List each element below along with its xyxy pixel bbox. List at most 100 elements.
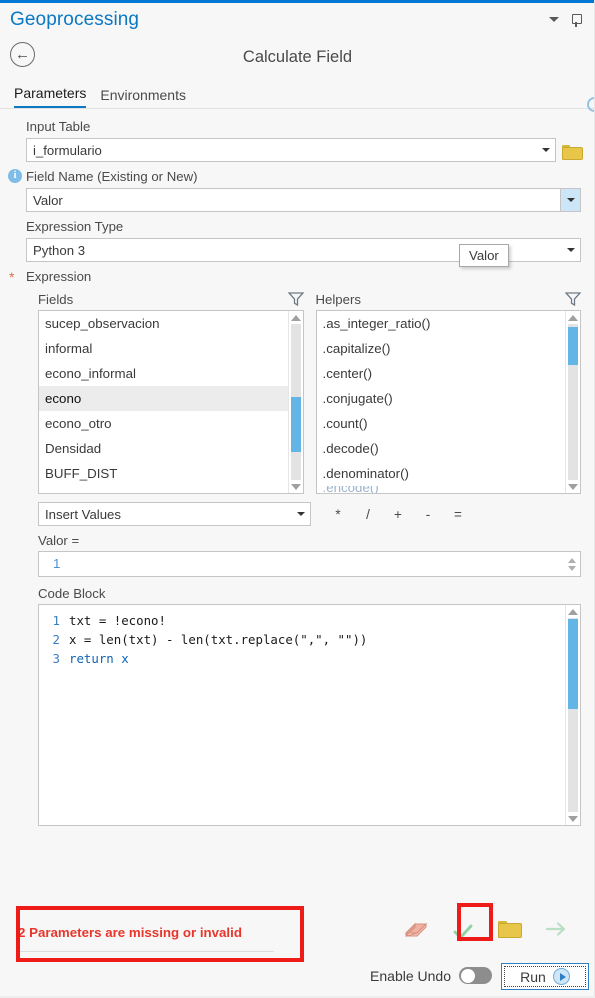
fields-caption: Fields xyxy=(38,291,74,307)
operator-equals-button[interactable]: = xyxy=(443,507,473,522)
enable-undo-label: Enable Undo xyxy=(370,967,451,984)
parameters-form: Input Table i_formulario i Field Name (E… xyxy=(0,109,595,826)
helpers-caption: Helpers xyxy=(315,291,361,307)
scroll-down-icon[interactable] xyxy=(566,812,580,825)
bottom-bar: 2 Parameters are missing or invalid Enab… xyxy=(0,902,595,998)
expression-value-text[interactable]: 1 xyxy=(39,552,564,576)
list-item[interactable]: sucep_observacion xyxy=(39,311,288,336)
scroll-up-icon[interactable] xyxy=(566,605,580,618)
fields-column: Fields sucep_ sucep_observacion informal… xyxy=(38,288,304,494)
expression-label: Expression xyxy=(26,269,92,284)
helpers-list: .as_integer_ratio() .capitalize() .cente… xyxy=(317,311,566,493)
insert-values-value: Insert Values xyxy=(45,506,121,522)
code-block-label: Code Block xyxy=(38,586,106,601)
list-item[interactable]: econo_informal xyxy=(39,361,288,386)
line-number: 2 xyxy=(52,632,60,647)
stepper-up-icon[interactable] xyxy=(568,557,576,563)
field-name-combo[interactable]: Valor xyxy=(26,188,581,212)
insert-values-combo[interactable]: Insert Values xyxy=(38,502,311,526)
tab-environments[interactable]: Environments xyxy=(100,87,186,108)
arrow-right-icon[interactable] xyxy=(545,920,569,944)
code-content[interactable]: 1 txt = !econo! 2 x = len(txt) - len(txt… xyxy=(39,605,580,668)
list-item[interactable]: econo_otro xyxy=(39,411,288,436)
scroll-up-icon[interactable] xyxy=(566,311,580,324)
code-line: 3 return x xyxy=(39,649,580,668)
fields-listbox[interactable]: sucep_ sucep_observacion informal econo_… xyxy=(38,310,304,494)
chevron-down-icon[interactable] xyxy=(562,239,580,261)
operator-divide-button[interactable]: / xyxy=(353,507,383,522)
operator-buttons: * / + - = xyxy=(323,507,473,522)
enable-undo-row: Enable Undo xyxy=(370,967,492,984)
panel-header: Geoprocessing xyxy=(0,3,595,36)
stepper-down-icon[interactable] xyxy=(568,565,576,571)
list-item[interactable]: .count() xyxy=(317,411,566,436)
list-item-selected[interactable]: econo xyxy=(39,386,288,411)
tooltip: Valor xyxy=(459,244,509,267)
input-table-combo[interactable]: i_formulario xyxy=(26,138,556,162)
pin-icon[interactable] xyxy=(565,9,587,31)
field-name-label: Field Name (Existing or New) xyxy=(26,169,198,184)
run-button[interactable]: Run xyxy=(501,963,589,990)
chevron-down-icon[interactable] xyxy=(537,139,555,161)
tab-bar: Parameters Environments xyxy=(0,78,595,108)
expression-value-stepper[interactable] xyxy=(564,552,580,576)
folder-icon[interactable] xyxy=(562,143,583,160)
enable-undo-toggle[interactable] xyxy=(459,967,492,984)
expression-value-input[interactable]: 1 xyxy=(38,551,581,577)
funnel-icon[interactable] xyxy=(565,292,581,306)
list-item[interactable]: .capitalize() xyxy=(317,336,566,361)
code-text: x = len(txt) - len(txt.replace(",", "")) xyxy=(69,632,368,647)
fields-header: Fields xyxy=(38,288,304,310)
chevron-down-icon[interactable] xyxy=(292,503,310,525)
scroll-up-icon[interactable] xyxy=(288,311,303,324)
helpers-scrollbar[interactable] xyxy=(565,311,580,493)
list-item[interactable]: Densidad xyxy=(39,436,288,461)
chevron-down-icon[interactable] xyxy=(543,9,565,31)
required-marker: * xyxy=(9,269,15,285)
scroll-down-icon[interactable] xyxy=(288,480,303,493)
field-name-row: i Field Name (Existing or New) Valor xyxy=(8,169,581,212)
operator-plus-button[interactable]: + xyxy=(383,507,413,522)
code-line: 2 x = len(txt) - len(txt.replace(",", ""… xyxy=(39,630,580,649)
list-item[interactable]: .conjugate() xyxy=(317,386,566,411)
scroll-down-icon[interactable] xyxy=(566,480,580,493)
operator-minus-button[interactable]: - xyxy=(413,507,443,522)
run-button-label: Run xyxy=(520,968,546,985)
expression-value-label: Valor = xyxy=(38,533,80,548)
funnel-icon[interactable] xyxy=(287,292,304,306)
line-number: 1 xyxy=(52,613,60,628)
code-line: 1 txt = !econo! xyxy=(39,611,580,630)
helpers-listbox[interactable]: .as_integer_ratio() .capitalize() .cente… xyxy=(315,310,581,494)
field-name-value: Valor xyxy=(33,192,63,208)
list-item[interactable]: BUFF_DIST xyxy=(39,461,288,486)
code-text: return x xyxy=(69,651,129,666)
check-icon[interactable] xyxy=(451,920,475,944)
list-item[interactable]: .denominator() xyxy=(317,461,566,486)
input-table-value: i_formulario xyxy=(33,142,102,158)
expression-type-label: Expression Type xyxy=(26,219,124,234)
operator-multiply-button[interactable]: * xyxy=(323,507,353,522)
back-arrow-icon[interactable]: ← xyxy=(10,42,35,67)
insert-values-row: Insert Values * / + - = xyxy=(38,502,581,526)
status-message-bar: 2 Parameters are missing or invalid xyxy=(18,914,274,952)
code-block-editor[interactable]: 1 txt = !econo! 2 x = len(txt) - len(txt… xyxy=(38,604,581,826)
tab-parameters[interactable]: Parameters xyxy=(14,85,87,108)
list-item[interactable]: .decode() xyxy=(317,436,566,461)
list-item[interactable]: .center() xyxy=(317,361,566,386)
code-text: txt = !econo! xyxy=(69,613,166,628)
code-scrollbar[interactable] xyxy=(565,605,580,825)
info-icon[interactable]: i xyxy=(8,169,22,183)
folder-icon[interactable] xyxy=(498,920,522,944)
book-icon[interactable] xyxy=(404,920,428,944)
play-icon xyxy=(552,968,570,985)
fields-scrollbar[interactable] xyxy=(287,311,303,493)
list-item[interactable]: .as_integer_ratio() xyxy=(317,311,566,336)
chevron-down-icon[interactable] xyxy=(560,189,580,211)
panel-title: Geoprocessing xyxy=(10,8,140,30)
fields-list: sucep_ sucep_observacion informal econo_… xyxy=(39,311,288,486)
tool-header: ← Calculate Field xyxy=(0,36,595,78)
list-item[interactable]: .encode() xyxy=(317,486,566,493)
expression-builder: Fields sucep_ sucep_observacion informal… xyxy=(26,288,581,826)
input-table-label: Input Table xyxy=(26,119,91,134)
list-item[interactable]: informal xyxy=(39,336,288,361)
